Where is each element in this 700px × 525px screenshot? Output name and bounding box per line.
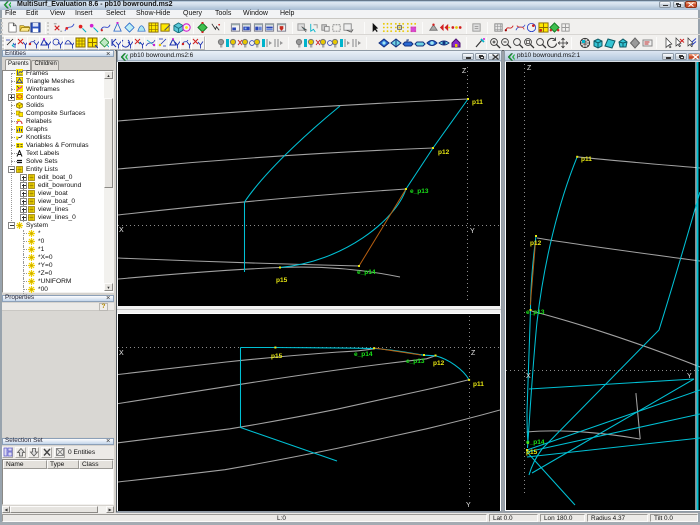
svg-text:Z: Z xyxy=(471,350,476,357)
svg-text:X: X xyxy=(526,373,531,380)
svg-text:p11: p11 xyxy=(473,381,484,388)
svg-text:e_p13: e_p13 xyxy=(406,358,425,365)
svg-text:Y: Y xyxy=(466,502,471,509)
svg-text:p12: p12 xyxy=(530,240,542,247)
svg-text:Y: Y xyxy=(470,228,475,235)
svg-text:p11: p11 xyxy=(581,156,592,163)
svg-text:Y: Y xyxy=(687,373,692,380)
svg-text:e_p14: e_p14 xyxy=(357,269,376,276)
svg-text:p12: p12 xyxy=(438,149,450,156)
svg-text:X: X xyxy=(119,227,124,234)
svg-text:p11: p11 xyxy=(472,99,483,106)
svg-text:X: X xyxy=(119,350,124,357)
svg-text:p15: p15 xyxy=(276,277,288,284)
svg-text:e_p14: e_p14 xyxy=(354,351,373,358)
svg-text:e_p13: e_p13 xyxy=(526,309,545,316)
svg-text:Z: Z xyxy=(462,68,467,75)
svg-text:Z: Z xyxy=(527,65,532,72)
svg-text:e_p14: e_p14 xyxy=(526,439,545,446)
svg-text:p15: p15 xyxy=(526,449,538,456)
svg-text:e_p13: e_p13 xyxy=(410,188,429,195)
svg-text:p15: p15 xyxy=(271,353,283,360)
svg-text:p12: p12 xyxy=(433,360,445,367)
